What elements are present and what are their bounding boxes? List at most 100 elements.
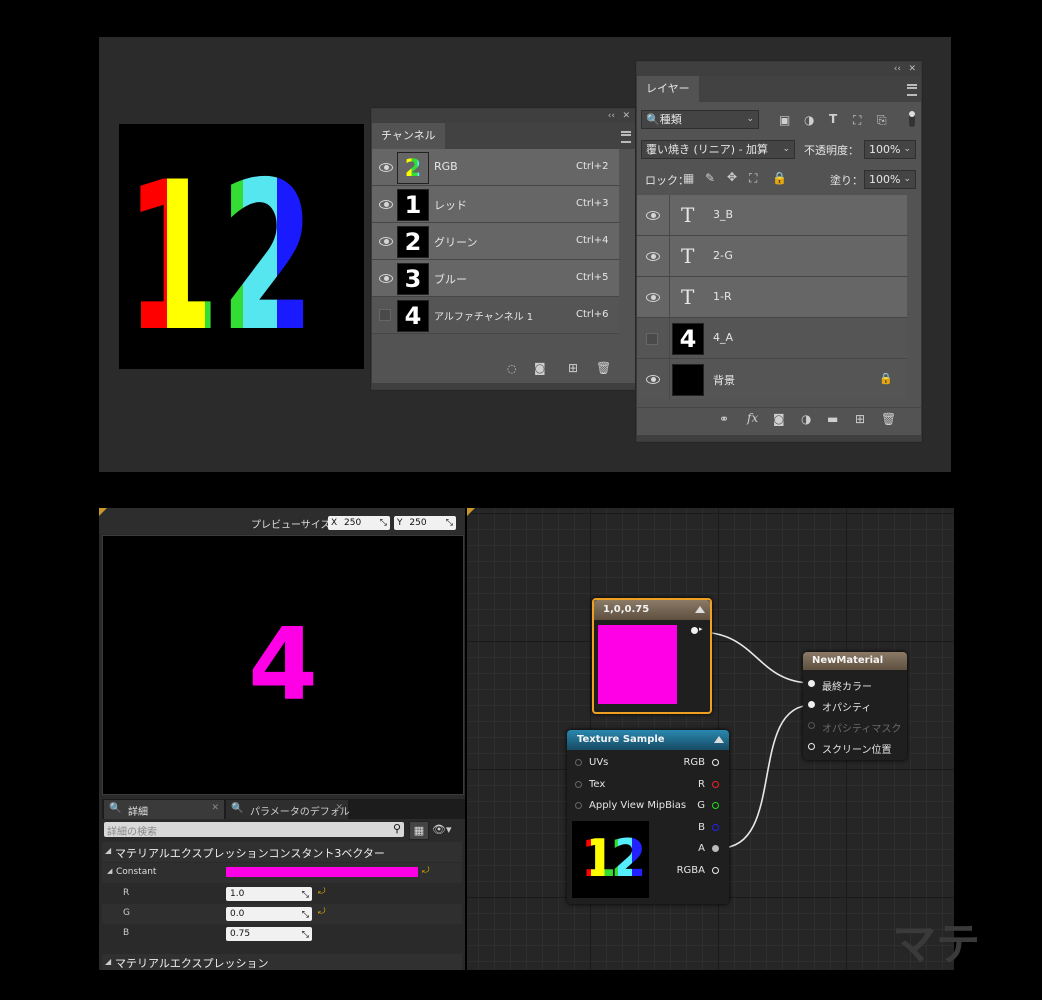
eye-icon[interactable] — [379, 163, 393, 172]
panel-menu-icon[interactable] — [907, 84, 917, 96]
tab-channels[interactable]: チャンネル — [372, 123, 445, 149]
eye-icon[interactable] — [646, 211, 660, 220]
new-layer-icon[interactable]: ⊞ — [855, 413, 865, 425]
eye-icon[interactable] — [379, 200, 393, 209]
adjustment-layer-icon[interactable]: ◑ — [801, 413, 811, 425]
grid-view-icon[interactable]: ▦ — [409, 821, 429, 840]
image-filter-icon[interactable]: ▣ — [779, 114, 790, 126]
eye-icon[interactable] — [646, 252, 660, 261]
details-search-box[interactable]: 詳細の検索 ⚲ — [104, 822, 404, 838]
trash-icon[interactable]: 🗑 — [596, 362, 611, 374]
rgb-output-pin[interactable] — [712, 759, 719, 766]
constant-color-swatch[interactable] — [226, 867, 418, 877]
b-output-pin[interactable] — [712, 824, 719, 831]
filter-toggle[interactable] — [909, 111, 915, 127]
r-output-pin[interactable] — [712, 781, 719, 788]
layer-row-3b[interactable]: T 3_B — [637, 195, 907, 236]
tex-input-pin[interactable] — [575, 781, 582, 788]
layer-row-2g[interactable]: T 2-G — [637, 236, 907, 277]
opacity-mask-input-pin[interactable] — [808, 722, 815, 729]
preview-x-field[interactable]: X 250 ⤡ — [328, 516, 390, 530]
channel-row-blue[interactable]: 3 ブルー Ctrl+5 — [372, 260, 619, 297]
resize-handle[interactable] — [372, 383, 635, 389]
visibility-checkbox[interactable] — [646, 333, 658, 345]
material-graph[interactable]: 1,0,0.75 ▸ Texture Sample UVs Tex Apply … — [467, 508, 980, 970]
layer-row-4a[interactable]: 4 4_A — [637, 318, 907, 359]
collapse-triangle-icon[interactable] — [695, 606, 705, 613]
fx-icon[interactable]: fx — [747, 412, 758, 424]
tab-details[interactable]: 🔍 詳細 ✕ — [104, 800, 224, 819]
material-result-node[interactable]: NewMaterial 最終カラー オパシティ オパシティマスク スクリーン位置 — [803, 652, 907, 760]
shape-filter-icon[interactable]: ⛶ — [853, 114, 861, 126]
r-value-field[interactable]: 1.0 ⤡ — [226, 887, 312, 901]
tab-parameter-defaults[interactable]: 🔍 パラメータのデフォル ✕ — [226, 800, 350, 819]
layer-row-1r[interactable]: T 1-R — [637, 277, 907, 318]
text-filter-icon[interactable]: T — [829, 113, 837, 125]
mipbias-input-pin[interactable] — [575, 802, 582, 809]
lock-transparency-icon[interactable]: ▦ — [683, 172, 694, 184]
output-pin[interactable] — [691, 627, 698, 634]
collapse-icon[interactable]: ‹‹ — [894, 62, 901, 76]
blend-mode-dropdown[interactable]: 覆い焼き (リニア) - 加算 ⌄ — [641, 140, 795, 159]
preview-y-field[interactable]: Y 250 ⤡ — [394, 516, 456, 530]
lock-icon[interactable]: 🔒 — [772, 172, 787, 184]
final-color-input-pin[interactable] — [808, 680, 815, 687]
layer-row-background[interactable]: 背景 🔒 — [637, 359, 907, 399]
uvs-pin-label: UVs — [589, 757, 609, 768]
filter-kind-dropdown[interactable]: 🔍種類 ⌄ — [641, 110, 759, 129]
channel-row-alpha[interactable]: 4 アルファチャンネル 1 Ctrl+6 — [372, 297, 619, 334]
rgba-output-pin[interactable] — [712, 867, 719, 874]
fill-field[interactable]: 100% ⌄ — [864, 170, 916, 189]
g-output-pin[interactable] — [712, 802, 719, 809]
collapse-triangle-icon[interactable]: ◢ — [107, 867, 112, 875]
tab-layers[interactable]: レイヤー — [637, 76, 699, 102]
channel-row-green[interactable]: 2 グリーン Ctrl+4 — [372, 223, 619, 260]
opacity-field[interactable]: 100% ⌄ — [864, 140, 916, 159]
visibility-options-icon[interactable]: 👁▾ — [432, 823, 452, 836]
texture-sample-node[interactable]: Texture Sample UVs Tex Apply View MipBia… — [567, 730, 729, 904]
collapse-triangle-icon[interactable] — [714, 736, 724, 743]
visibility-checkbox[interactable] — [379, 309, 391, 321]
new-channel-icon[interactable]: ⊞ — [568, 362, 578, 374]
trash-icon[interactable]: 🗑 — [881, 413, 896, 425]
collapse-icon[interactable]: ‹‹ — [608, 109, 615, 123]
panel-corner — [99, 508, 107, 516]
move-icon[interactable]: ✥ — [727, 171, 737, 183]
folder-icon[interactable]: ▬ — [827, 413, 838, 425]
eye-icon[interactable] — [646, 293, 660, 302]
link-icon[interactable]: ⚭ — [719, 413, 729, 425]
close-icon[interactable]: ✕ — [622, 109, 630, 123]
eye-icon[interactable] — [379, 274, 393, 283]
mask-icon[interactable]: ◙ — [534, 362, 546, 374]
document-canvas[interactable]: 12 — [119, 124, 364, 377]
panel-menu-icon[interactable] — [621, 131, 631, 143]
g-pin-label: G — [697, 800, 705, 811]
dotted-selection-icon[interactable]: ◌ — [507, 363, 517, 375]
uvs-input-pin[interactable] — [575, 759, 582, 766]
eye-icon[interactable] — [646, 375, 660, 384]
details-category-header-2[interactable]: ◢ マテリアルエクスプレッション — [102, 954, 462, 970]
reset-arrow-icon[interactable]: ⤾ — [318, 887, 326, 897]
mask-icon[interactable]: ◙ — [773, 413, 785, 425]
brush-icon[interactable]: ✎ — [705, 172, 715, 184]
material-preview-viewport[interactable]: 4 — [102, 535, 464, 795]
eye-icon[interactable] — [379, 237, 393, 246]
artboard-icon[interactable]: ⛶ — [749, 172, 757, 184]
close-icon[interactable]: ✕ — [211, 803, 219, 813]
resize-handle[interactable] — [637, 435, 921, 441]
channel-row-red[interactable]: 1 レッド Ctrl+3 — [372, 186, 619, 223]
close-icon[interactable]: ✕ — [908, 62, 916, 76]
screen-position-input-pin[interactable] — [808, 743, 815, 750]
adjustment-filter-icon[interactable]: ◑ — [804, 114, 814, 126]
channel-row-rgb[interactable]: 2 RGB Ctrl+2 — [372, 149, 619, 186]
a-output-pin[interactable] — [712, 845, 719, 852]
close-icon[interactable]: ✕ — [335, 803, 343, 813]
reset-arrow-icon[interactable]: ⤾ — [422, 866, 430, 876]
b-value-field[interactable]: 0.75 ⤡ — [226, 927, 312, 941]
smart-object-filter-icon[interactable]: ⎘ — [877, 114, 887, 126]
reset-arrow-icon[interactable]: ⤾ — [318, 907, 326, 917]
g-value-field[interactable]: 0.0 ⤡ — [226, 907, 312, 921]
opacity-input-pin[interactable] — [808, 701, 815, 708]
details-category-header[interactable]: ◢ マテリアルエクスプレッションコンスタント3ベクター — [102, 842, 462, 862]
constant3vector-node[interactable]: 1,0,0.75 ▸ — [592, 598, 712, 714]
